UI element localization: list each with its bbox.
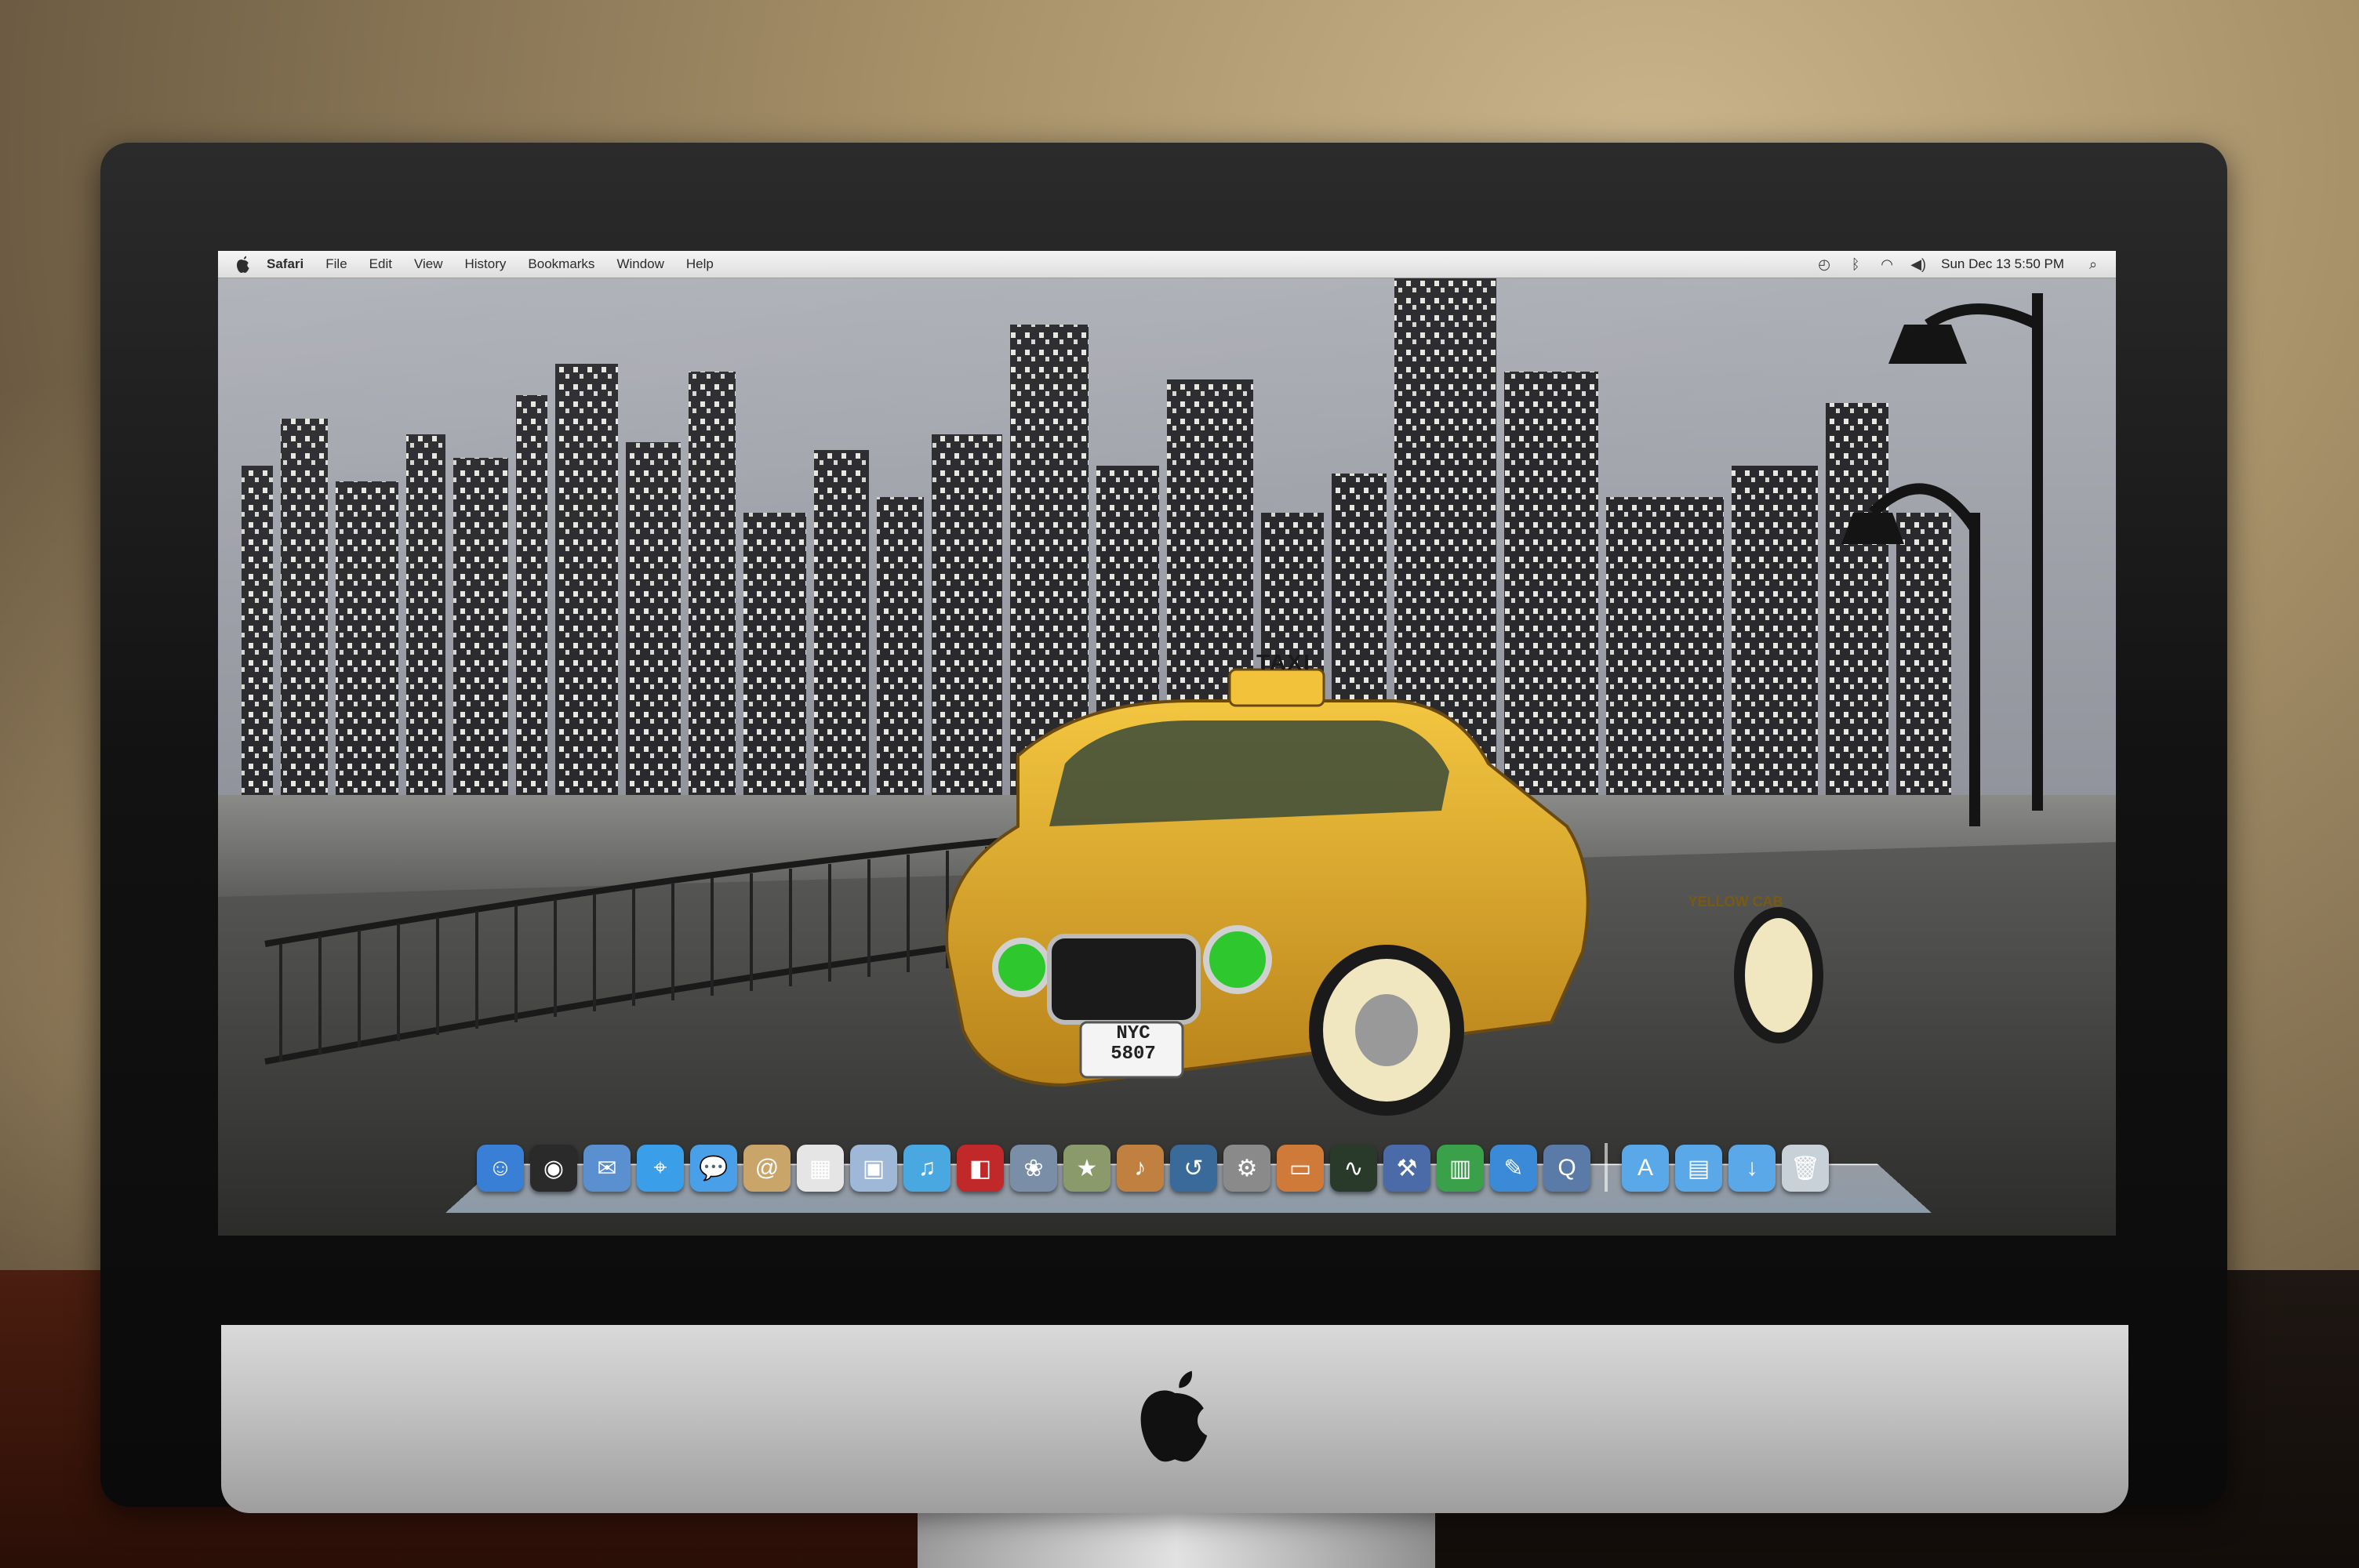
pages-icon[interactable]: ✎ [1490, 1145, 1537, 1192]
menubar-clock[interactable]: Sun Dec 13 5:50 PM [1941, 256, 2064, 272]
apple-logo-icon [1140, 1370, 1208, 1462]
menu-window[interactable]: Window [616, 256, 663, 272]
photo-booth-icon[interactable]: ◧ [957, 1145, 1004, 1192]
numbers-icon[interactable]: ▥ [1437, 1145, 1484, 1192]
menu-edit[interactable]: Edit [369, 256, 392, 272]
taxi-roof-sign: TAXI [1256, 650, 1311, 674]
itunes-icon[interactable]: ♫ [903, 1145, 951, 1192]
menu-app-safari[interactable]: Safari [267, 256, 304, 272]
system-preferences-icon[interactable]: ⚙ [1223, 1145, 1270, 1192]
documents-folder-icon[interactable]: ▤ [1675, 1145, 1722, 1192]
menu-view[interactable]: View [414, 256, 443, 272]
license-plate-line2: 5807 [1110, 1044, 1156, 1065]
menu-bar: Safari File Edit View History Bookmarks … [218, 251, 2116, 278]
ichat-icon[interactable]: 💬 [690, 1145, 737, 1192]
address-book-icon[interactable]: @ [743, 1145, 791, 1192]
ical-icon[interactable]: ▦ [797, 1145, 844, 1192]
mail-icon[interactable]: ✉ [583, 1145, 631, 1192]
bluetooth-status-icon[interactable]: ᛒ [1847, 256, 1864, 273]
quicktime-icon[interactable]: Q [1543, 1145, 1590, 1192]
door-lettering: YELLOW CAB [1688, 894, 1783, 909]
screen: TAXI NYC 5807 YELLOW CAB Safari File Edi… [218, 251, 2116, 1236]
wifi-status-icon[interactable]: ◠ [1878, 256, 1896, 273]
dock: ☺ ◉ ✉ ⌖ 💬 @ ▦ ▣ ♫ ◧ ❀ ★ ♪ ↺ ⚙ ▭ ∿ ⚒ ▥ ✎ Q A ▤ ↓ 🗑 [477, 1129, 1920, 1192]
preview-icon[interactable]: ▣ [850, 1145, 897, 1192]
iphoto-icon[interactable]: ❀ [1010, 1145, 1057, 1192]
activity-monitor-icon[interactable]: ∿ [1330, 1145, 1377, 1192]
applications-folder-icon[interactable]: A [1622, 1145, 1669, 1192]
license-plate-line1: NYC [1116, 1023, 1150, 1044]
menu-help[interactable]: Help [686, 256, 714, 272]
safari-icon[interactable]: ⌖ [637, 1145, 684, 1192]
apple-menu-icon[interactable] [235, 255, 251, 274]
trash-icon[interactable]: 🗑 [1782, 1145, 1829, 1192]
time-machine-icon[interactable]: ↺ [1170, 1145, 1217, 1192]
spotlight-search-icon[interactable]: ⌕ [2085, 256, 2102, 273]
time-machine-status-icon[interactable]: ◴ [1816, 256, 1833, 273]
downloads-folder-icon[interactable]: ↓ [1728, 1145, 1776, 1192]
xcode-icon[interactable]: ⚒ [1383, 1145, 1430, 1192]
menu-history[interactable]: History [465, 256, 507, 272]
menu-bookmarks[interactable]: Bookmarks [528, 256, 594, 272]
volume-status-icon[interactable]: ◀︎) [1910, 256, 1927, 273]
dashboard-icon[interactable]: ◉ [530, 1145, 577, 1192]
keynote-icon[interactable]: ▭ [1277, 1145, 1324, 1192]
garageband-icon[interactable]: ♪ [1117, 1145, 1164, 1192]
license-plate: NYC 5807 [1090, 1024, 1176, 1065]
desktop-wallpaper [218, 278, 2116, 1236]
menu-file[interactable]: File [325, 256, 347, 272]
finder-icon[interactable]: ☺ [477, 1145, 524, 1192]
imovie-icon[interactable]: ★ [1063, 1145, 1110, 1192]
dock-separator [1605, 1143, 1608, 1192]
